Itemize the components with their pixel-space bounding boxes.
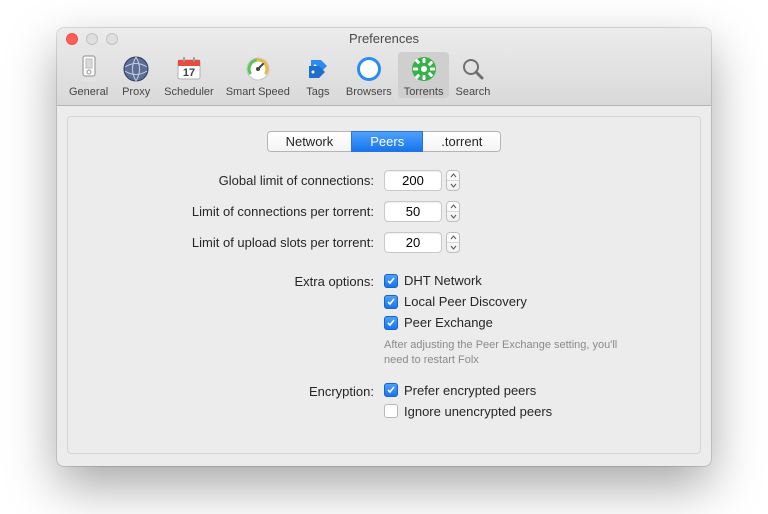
toolbar-item-torrents[interactable]: Torrents (398, 52, 450, 98)
toolbar-item-tags[interactable]: Tags (296, 52, 340, 98)
tab-network[interactable]: Network (267, 131, 353, 152)
search-icon (458, 54, 488, 84)
content-pane: Network Peers .torrent Global limit of c… (67, 116, 701, 454)
lpd-label: Local Peer Discovery (404, 294, 527, 309)
chevron-up-icon[interactable] (447, 171, 459, 181)
toolbar-item-search[interactable]: Search (449, 52, 496, 98)
lpd-checkbox[interactable]: Local Peer Discovery (384, 294, 644, 309)
chevron-up-icon[interactable] (447, 202, 459, 212)
toolbar-item-general[interactable]: General (63, 52, 114, 98)
zoom-icon[interactable] (106, 33, 118, 45)
window-title: Preferences (349, 31, 419, 46)
upload-slots-label: Limit of upload slots per torrent: (84, 235, 384, 250)
checkbox-checked-icon (384, 383, 398, 397)
toolbar-label: General (69, 86, 108, 98)
toolbar-label: Scheduler (164, 86, 214, 98)
checkbox-checked-icon (384, 316, 398, 330)
prefer-encrypted-label: Prefer encrypted peers (404, 383, 536, 398)
per-torrent-limit-stepper[interactable] (446, 201, 460, 222)
compass-icon (354, 54, 384, 84)
tab-peers[interactable]: Peers (351, 131, 423, 152)
toolbar-label: Browsers (346, 86, 392, 98)
general-icon (74, 54, 104, 84)
ignore-unencrypted-label: Ignore unencrypted peers (404, 404, 552, 419)
toolbar-label: Search (455, 86, 490, 98)
gauge-icon (243, 54, 273, 84)
toolbar-item-smart-speed[interactable]: Smart Speed (220, 52, 296, 98)
checkbox-checked-icon (384, 295, 398, 309)
preferences-window: Preferences General (57, 28, 711, 466)
toolbar: General Proxy (57, 48, 711, 106)
upload-slots-input[interactable] (384, 232, 442, 253)
toolbar-label: Tags (306, 86, 329, 98)
pex-hint: After adjusting the Peer Exchange settin… (384, 338, 644, 368)
chevron-down-icon[interactable] (447, 243, 459, 252)
chevron-down-icon[interactable] (447, 212, 459, 221)
checkbox-checked-icon (384, 274, 398, 288)
pex-checkbox[interactable]: Peer Exchange (384, 315, 644, 330)
toolbar-item-proxy[interactable]: Proxy (114, 52, 158, 98)
per-torrent-limit-label: Limit of connections per torrent: (84, 204, 384, 219)
global-limit-label: Global limit of connections: (84, 173, 384, 188)
upload-slots-stepper[interactable] (446, 232, 460, 253)
dht-checkbox[interactable]: DHT Network (384, 273, 644, 288)
global-limit-stepper[interactable] (446, 170, 460, 191)
toolbar-label: Proxy (122, 86, 150, 98)
globe-icon (121, 54, 151, 84)
torrent-gear-icon (409, 54, 439, 84)
dht-label: DHT Network (404, 273, 482, 288)
toolbar-item-browsers[interactable]: Browsers (340, 52, 398, 98)
close-icon[interactable] (66, 33, 78, 45)
chevron-down-icon[interactable] (447, 181, 459, 190)
toolbar-item-scheduler[interactable]: 17 Scheduler (158, 52, 220, 98)
calendar-icon: 17 (174, 54, 204, 84)
sub-tabs: Network Peers .torrent (84, 131, 684, 152)
per-torrent-limit-input[interactable] (384, 201, 442, 222)
tab-torrent-file[interactable]: .torrent (422, 131, 501, 152)
pex-label: Peer Exchange (404, 315, 493, 330)
extra-options-label: Extra options: (84, 273, 384, 289)
tags-icon (303, 54, 333, 84)
toolbar-label: Smart Speed (226, 86, 290, 98)
titlebar: Preferences (57, 28, 711, 48)
chevron-up-icon[interactable] (447, 233, 459, 243)
checkbox-unchecked-icon (384, 404, 398, 418)
svg-text:17: 17 (183, 67, 195, 79)
traffic-lights (66, 33, 118, 45)
minimize-icon[interactable] (86, 33, 98, 45)
global-limit-input[interactable] (384, 170, 442, 191)
encryption-label: Encryption: (84, 383, 384, 399)
toolbar-label: Torrents (404, 86, 444, 98)
prefer-encrypted-checkbox[interactable]: Prefer encrypted peers (384, 383, 552, 398)
ignore-unencrypted-checkbox[interactable]: Ignore unencrypted peers (384, 404, 552, 419)
